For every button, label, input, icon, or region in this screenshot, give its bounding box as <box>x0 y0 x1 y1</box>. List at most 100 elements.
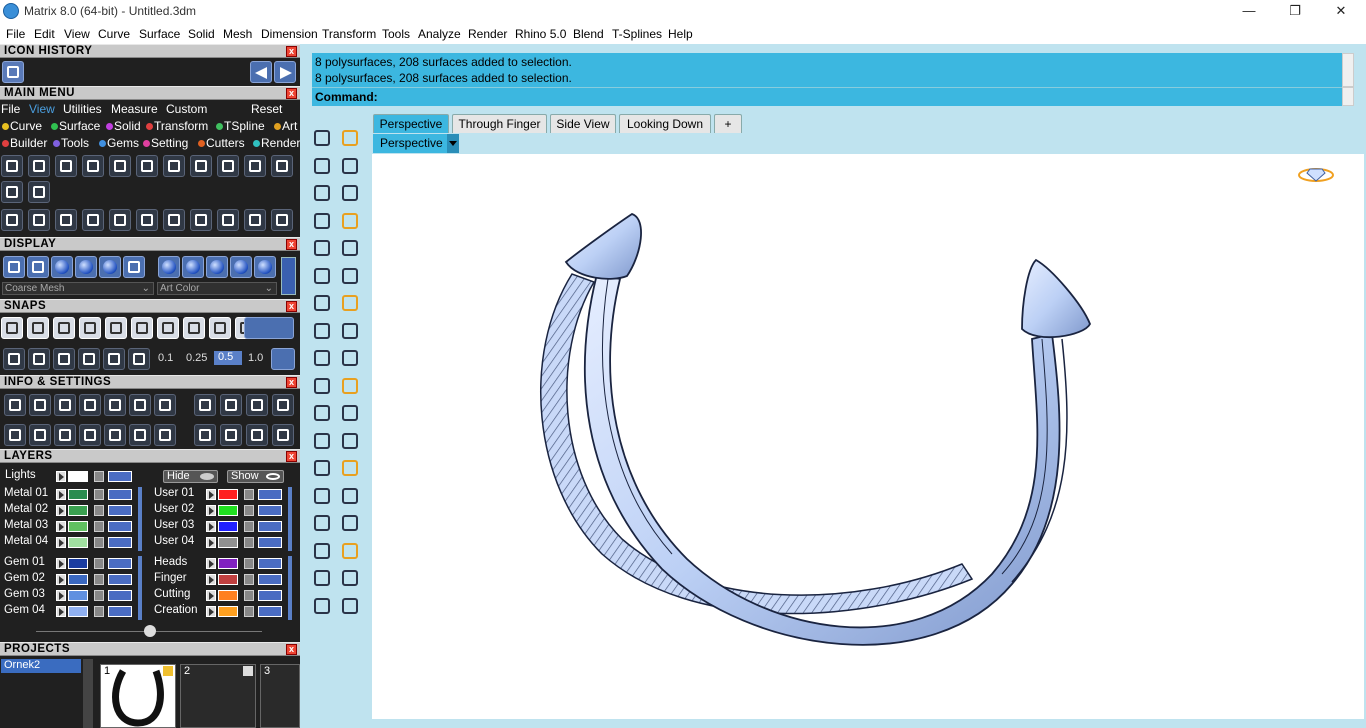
cylinder-icon[interactable] <box>310 319 334 343</box>
mainmenu-tab-custom[interactable]: Custom <box>166 102 207 116</box>
layer-expand[interactable] <box>56 521 66 532</box>
camera-icon[interactable] <box>190 155 212 177</box>
layer-expand[interactable] <box>56 574 66 585</box>
menu-transform[interactable]: Transform <box>322 27 376 41</box>
shaded-sphere-icon[interactable] <box>51 256 73 278</box>
texture-icon[interactable] <box>123 256 145 278</box>
minimize-button[interactable]: — <box>1226 0 1272 22</box>
zoom-target-icon[interactable] <box>271 155 293 177</box>
cube-tool-icon[interactable] <box>310 511 334 535</box>
mainmenu-item-tspline[interactable]: TSpline <box>216 119 265 133</box>
lock-icon[interactable] <box>94 489 104 500</box>
fillet-curve-icon[interactable] <box>338 236 362 260</box>
link-icon[interactable] <box>190 209 212 231</box>
display-slider[interactable] <box>281 257 296 295</box>
layer-visible-toggle[interactable] <box>108 606 132 617</box>
int-snap-icon[interactable] <box>131 317 153 339</box>
record-icon[interactable] <box>128 348 150 370</box>
layer-expand[interactable] <box>56 558 66 569</box>
layer-row[interactable]: Metal 04 <box>0 535 150 551</box>
blue-sphere-icon[interactable] <box>230 256 252 278</box>
anchor-add-icon[interactable] <box>246 424 268 446</box>
lock-icon[interactable] <box>94 558 104 569</box>
point-icon[interactable] <box>338 126 362 150</box>
layer-row[interactable]: Gem 02 <box>0 572 150 588</box>
control-point-curve-icon[interactable] <box>338 154 362 178</box>
layer-visible-toggle[interactable] <box>258 537 282 548</box>
layer-expand[interactable] <box>56 489 66 500</box>
lock-icon[interactable] <box>244 505 254 516</box>
planar-icon[interactable] <box>78 348 100 370</box>
menu-surface[interactable]: Surface <box>139 27 180 41</box>
cube-info-icon[interactable] <box>79 394 101 416</box>
layer-visible-toggle[interactable] <box>108 489 132 500</box>
burst-tool-icon[interactable] <box>338 346 362 370</box>
layer-color-swatch[interactable] <box>218 606 238 617</box>
list-icon[interactable] <box>154 424 176 446</box>
sphere-group-icon[interactable] <box>310 401 334 425</box>
export-icon[interactable] <box>246 394 268 416</box>
layer-color-swatch[interactable] <box>68 590 88 601</box>
dots-icon[interactable] <box>129 424 151 446</box>
menu-edit[interactable]: Edit <box>34 27 55 41</box>
menu-solid[interactable]: Solid <box>188 27 215 41</box>
layer-color-swatch[interactable] <box>218 521 238 532</box>
delete-icon[interactable] <box>272 394 294 416</box>
layer-row[interactable]: Metal 02 <box>0 503 150 519</box>
columns-icon[interactable] <box>82 209 104 231</box>
tab-perspective[interactable]: Perspective <box>373 114 449 133</box>
layer-expand[interactable] <box>206 537 216 548</box>
zoom-info-icon[interactable] <box>29 394 51 416</box>
grid-icon[interactable] <box>28 155 50 177</box>
mid-snap-icon[interactable] <box>79 317 101 339</box>
layer-expand[interactable] <box>206 489 216 500</box>
arc-curve-icon[interactable] <box>310 429 334 453</box>
scale-icon[interactable] <box>338 456 362 480</box>
pencil-snap-icon[interactable] <box>53 348 75 370</box>
layer-row[interactable]: Gem 01 <box>0 556 150 572</box>
mainmenu-tab-file[interactable]: File <box>1 102 20 116</box>
mainmenu-item-art[interactable]: Art <box>274 119 297 133</box>
lock-icon[interactable] <box>94 590 104 601</box>
gumball-icon[interactable] <box>27 256 49 278</box>
display-mesh-select[interactable]: Coarse Mesh ⌄ <box>2 282 154 295</box>
menu-tools[interactable]: Tools <box>382 27 410 41</box>
lock-icon[interactable] <box>244 521 254 532</box>
shapes-icon[interactable] <box>1 209 23 231</box>
polygon-icon[interactable] <box>310 264 334 288</box>
split-icon[interactable] <box>217 209 239 231</box>
dimension-tool-icon[interactable] <box>338 374 362 398</box>
mainmenu-item-tools[interactable]: Tools <box>53 136 89 150</box>
lock-icon[interactable] <box>94 521 104 532</box>
wireframe-icon[interactable] <box>3 256 25 278</box>
chevron-down-icon[interactable] <box>447 134 459 153</box>
layer-row[interactable]: Cutting <box>150 588 300 604</box>
grid-array-icon[interactable] <box>310 539 334 563</box>
snap-value-2[interactable]: 0.5 <box>214 351 242 365</box>
snap-value-0[interactable]: 0.1 <box>158 352 173 364</box>
layer-color-swatch[interactable] <box>68 537 88 548</box>
lock-icon[interactable] <box>94 606 104 617</box>
distribute-icon[interactable] <box>338 539 362 563</box>
tab-through-finger[interactable]: Through Finger <box>452 114 547 133</box>
mainmenu-reset[interactable]: Reset <box>251 102 282 116</box>
text-icon[interactable] <box>310 456 334 480</box>
circle-icon[interactable] <box>310 181 334 205</box>
book-icon[interactable] <box>79 424 101 446</box>
layer-visible-toggle[interactable] <box>258 606 282 617</box>
add-tab-button[interactable]: + <box>714 114 742 133</box>
viewport-label[interactable]: Perspective <box>373 134 459 153</box>
layer-expand[interactable] <box>56 537 66 548</box>
mainmenu-item-transform[interactable]: Transform <box>146 119 208 133</box>
restore-button[interactable]: ❐ <box>1272 0 1318 22</box>
lock-icon[interactable] <box>94 574 104 585</box>
layer-color-swatch[interactable] <box>218 558 238 569</box>
anchor-snap-icon[interactable] <box>272 424 294 446</box>
close-icon[interactable]: x <box>286 88 297 99</box>
cube-snap-icon[interactable] <box>28 348 50 370</box>
lock-icon[interactable] <box>244 574 254 585</box>
layer-row[interactable]: Metal 03 <box>0 519 150 535</box>
menu-dimension[interactable]: Dimension <box>261 27 318 41</box>
xray-sphere-icon[interactable] <box>182 256 204 278</box>
end-snap-icon[interactable] <box>1 317 23 339</box>
